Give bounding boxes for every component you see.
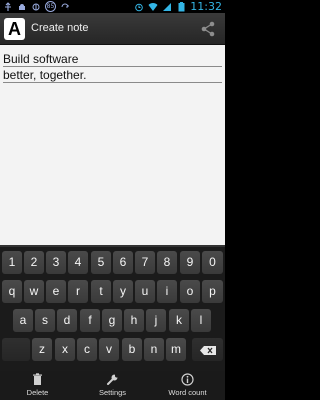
key-y[interactable]: y: [113, 280, 133, 303]
key-8[interactable]: 8: [157, 251, 177, 274]
trash-icon: [33, 373, 42, 385]
key-9[interactable]: 9: [180, 251, 200, 274]
share-button[interactable]: [200, 21, 216, 37]
clock: 11:32: [190, 0, 222, 13]
key-v[interactable]: v: [99, 338, 119, 361]
key-u[interactable]: u: [135, 280, 155, 303]
battery-icon: [176, 1, 186, 12]
share-icon: [201, 21, 215, 37]
sync-icon: [60, 2, 70, 12]
key-o[interactable]: o: [180, 280, 200, 303]
key-0[interactable]: 0: [202, 251, 223, 274]
keyboard-row-middle: a s d f g h j k l: [0, 309, 225, 332]
key-h[interactable]: h: [124, 309, 144, 332]
info-icon: [181, 373, 194, 386]
usb-icon: [3, 1, 13, 12]
key-g[interactable]: g: [102, 309, 122, 332]
wrench-icon: [107, 374, 118, 385]
settings-button[interactable]: Settings: [75, 371, 150, 400]
backspace-key[interactable]: [192, 338, 223, 361]
bottom-action-bar: Delete Settings Word count: [0, 371, 225, 400]
key-n[interactable]: n: [144, 338, 164, 361]
key-p[interactable]: p: [202, 280, 223, 303]
settings-label: Settings: [98, 388, 127, 397]
key-a[interactable]: a: [13, 309, 33, 332]
key-k[interactable]: k: [169, 309, 189, 332]
alarm-icon: [134, 2, 144, 12]
key-t[interactable]: t: [91, 280, 111, 303]
android-icon: [17, 2, 27, 12]
note-line-2: better, together.: [3, 68, 87, 82]
key-2[interactable]: 2: [24, 251, 44, 274]
wifi-icon: [148, 2, 158, 12]
key-e[interactable]: e: [46, 280, 66, 303]
key-3[interactable]: 3: [46, 251, 66, 274]
keyboard-row-top: q w e r t y u i o p: [0, 280, 225, 303]
soft-keyboard: 1 2 3 4 5 6 7 8 9 0 q w e r t y u i o p …: [0, 245, 225, 371]
backspace-icon: [199, 346, 216, 355]
status-right: 11:32: [134, 1, 222, 12]
key-4[interactable]: 4: [68, 251, 88, 274]
key-q[interactable]: q: [2, 280, 22, 303]
key-z[interactable]: z: [32, 338, 52, 361]
note-editor[interactable]: Build software better, together.: [0, 45, 225, 245]
signal-icon: [162, 2, 172, 12]
key-f[interactable]: f: [80, 309, 100, 332]
delete-label: Delete: [26, 388, 49, 397]
note-text[interactable]: Build software better, together.: [3, 51, 221, 83]
key-r[interactable]: r: [68, 280, 88, 303]
key-l[interactable]: l: [191, 309, 211, 332]
ruled-line: [3, 82, 222, 83]
status-left: 85: [3, 1, 70, 12]
word-count-label: Word count: [168, 388, 207, 397]
key-j[interactable]: j: [146, 309, 166, 332]
key-c[interactable]: c: [77, 338, 97, 361]
page-title: Create note: [31, 22, 89, 34]
key-d[interactable]: d: [57, 309, 77, 332]
key-s[interactable]: s: [35, 309, 55, 332]
shift-key[interactable]: [2, 338, 30, 361]
note-line-1: Build software: [3, 52, 79, 66]
key-i[interactable]: i: [157, 280, 177, 303]
debug-icon: [31, 2, 41, 12]
ruled-line: [3, 66, 222, 67]
keyboard-row-numbers: 1 2 3 4 5 6 7 8 9 0: [0, 251, 225, 274]
key-6[interactable]: 6: [113, 251, 133, 274]
keyboard-row-bottom: z x c v b n m: [0, 338, 225, 361]
key-b[interactable]: b: [122, 338, 142, 361]
key-5[interactable]: 5: [91, 251, 111, 274]
app-logo[interactable]: A: [4, 18, 25, 40]
key-m[interactable]: m: [166, 338, 186, 361]
action-bar: A Create note: [0, 13, 225, 45]
key-x[interactable]: x: [55, 338, 75, 361]
delete-button[interactable]: Delete: [0, 371, 75, 400]
key-1[interactable]: 1: [2, 251, 22, 274]
status-bar: 85 11:32: [0, 0, 225, 13]
word-count-button[interactable]: Word count: [150, 371, 225, 400]
key-7[interactable]: 7: [135, 251, 155, 274]
key-w[interactable]: w: [24, 280, 44, 303]
notification-count-badge: 85: [45, 1, 56, 12]
